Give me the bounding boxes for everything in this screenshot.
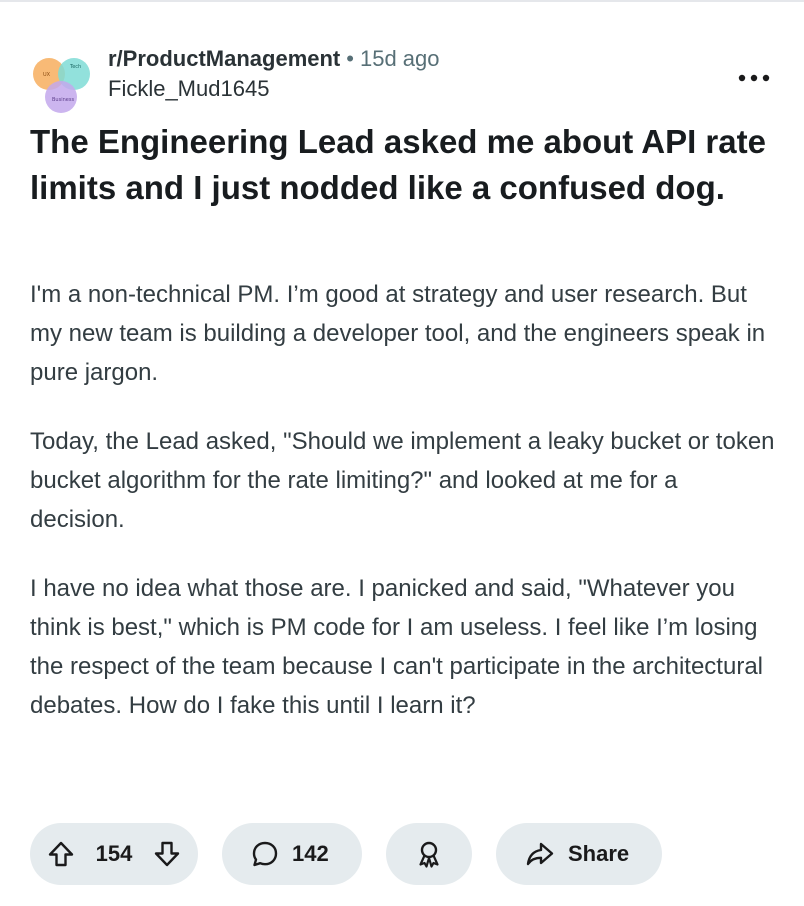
vote-count: 154: [95, 841, 133, 866]
post-meta-line: r/ProductManagement • 15d ago: [108, 48, 440, 70]
post-body: I'm a non-technical PM. I’m good at stra…: [30, 275, 775, 755]
author-link[interactable]: Fickle_Mud1645: [108, 78, 440, 100]
upvote-button[interactable]: [46, 839, 76, 869]
post-header: UX Tech Business r/ProductManagement • 1…: [30, 46, 774, 114]
post-paragraph: Today, the Lead asked, "Should we implem…: [30, 428, 775, 533]
award-button[interactable]: [386, 823, 472, 885]
more-horizontal-icon: [738, 74, 770, 82]
post-action-bar: 154 142 Share: [30, 823, 662, 885]
post-paragraph: I have no idea what those are. I panicke…: [30, 575, 763, 719]
share-label: Share: [568, 841, 630, 866]
post-meta: r/ProductManagement • 15d ago Fickle_Mud…: [108, 48, 440, 100]
subreddit-avatar[interactable]: UX Tech Business: [30, 52, 94, 116]
comment-bubble-icon: [250, 839, 280, 869]
avatar-label-tech: Tech: [69, 64, 81, 70]
meta-separator: •: [346, 46, 354, 71]
venn-diagram-icon: UX Tech Business: [33, 58, 90, 113]
post-title: The Engineering Lead asked me about API …: [30, 123, 766, 206]
upvote-arrow-icon: [48, 841, 74, 867]
share-arrow-icon: [524, 839, 556, 869]
avatar-label-ux: UX: [43, 72, 51, 78]
downvote-arrow-icon: [154, 841, 180, 867]
share-button[interactable]: Share: [496, 823, 662, 885]
vote-control: 154: [30, 823, 198, 885]
comment-count: 142: [292, 841, 329, 866]
more-options-button[interactable]: [734, 66, 774, 90]
downvote-button[interactable]: [152, 839, 182, 869]
subreddit-link[interactable]: r/ProductManagement: [108, 48, 340, 70]
avatar-label-business: Business: [52, 97, 74, 103]
post-age: 15d ago: [359, 46, 440, 71]
comments-button[interactable]: 142: [222, 823, 362, 885]
award-icon: [414, 839, 444, 869]
post-paragraph: I'm a non-technical PM. I’m good at stra…: [30, 281, 766, 386]
top-divider: [0, 0, 804, 2]
